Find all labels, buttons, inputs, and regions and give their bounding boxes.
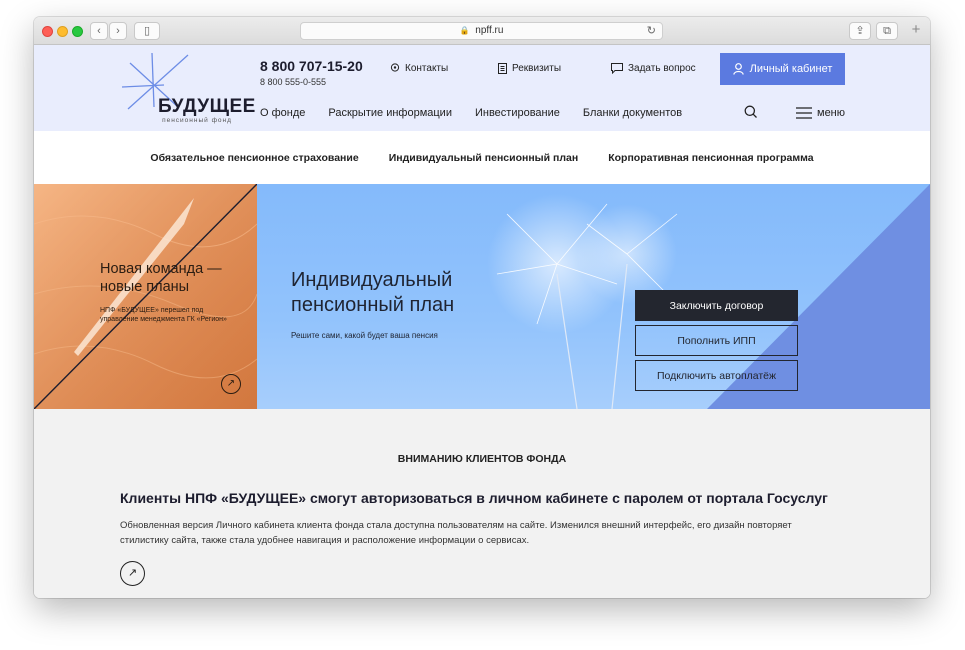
hero-subtitle: Решите сами, какой будет ваша пенсия — [291, 331, 438, 340]
personal-cabinet-button[interactable]: Личный кабинет — [720, 53, 845, 85]
user-icon — [732, 63, 744, 75]
arrow-up-right-icon[interactable]: ↗ — [221, 374, 241, 394]
ask-question-label: Задать вопрос — [628, 63, 696, 74]
phone-main[interactable]: 8 800 707-15-20 — [260, 58, 363, 74]
reload-icon[interactable]: ↻ — [647, 23, 656, 39]
product-nav: Обязательное пенсионное страхование Инди… — [34, 131, 930, 184]
contacts-label: Контакты — [405, 63, 449, 74]
browser-window: ‹ › ▯ 🔒 npff.ru ↻ ⇪ ⧉ + БУДУЩЕЕ пенсионн… — [34, 17, 930, 598]
new-tab-button[interactable]: + — [905, 21, 927, 41]
zoom-window-button[interactable] — [72, 26, 83, 37]
close-window-button[interactable] — [42, 26, 53, 37]
promo-text: НПФ «БУДУЩЕЕ» перешел под управление мен… — [100, 307, 227, 323]
menu-label: меню — [817, 107, 846, 119]
promo-card[interactable]: Новая команда — новые планы НПФ «БУДУЩЕЕ… — [34, 184, 257, 409]
back-button[interactable]: ‹ — [90, 22, 108, 40]
product-nav-corporate[interactable]: Корпоративная пенсионная программа — [608, 152, 813, 164]
news-text: Обновленная версия Личного кабинета клие… — [120, 520, 792, 546]
site-header: БУДУЩЕЕ пенсионный фонд 8 800 707-15-20 … — [34, 45, 930, 131]
logo-subtitle: пенсионный фонд — [162, 117, 232, 124]
lock-icon: 🔒 — [459, 26, 470, 35]
nav-item-forms[interactable]: Бланки документов — [583, 107, 682, 119]
requisites-label: Реквизиты — [512, 63, 562, 74]
hero-section: Новая команда — новые планы НПФ «БУДУЩЕЕ… — [34, 184, 930, 409]
show-tabs-button[interactable]: ⧉ — [876, 22, 898, 40]
phone-alt[interactable]: 8 800 555-0-555 — [260, 77, 326, 87]
sign-contract-button[interactable]: Заключить договор — [635, 290, 798, 321]
hero-title: Индивидуальный пенсионный план — [291, 269, 455, 316]
minimize-window-button[interactable] — [57, 26, 68, 37]
logo[interactable]: БУДУЩЕЕ пенсионный фонд — [118, 49, 255, 125]
hero-banner: Индивидуальный пенсионный план Решите са… — [257, 184, 930, 409]
news-section: ВНИМАНИЮ КЛИЕНТОВ ФОНДА Клиенты НПФ «БУД… — [34, 409, 930, 598]
search-icon[interactable] — [744, 105, 758, 119]
document-icon — [498, 63, 507, 74]
menu-button[interactable]: меню — [796, 107, 845, 119]
address-bar[interactable]: 🔒 npff.ru ↻ — [300, 22, 663, 40]
ask-question-link[interactable]: Задать вопрос — [611, 63, 696, 74]
browser-toolbar: ‹ › ▯ 🔒 npff.ru ↻ ⇪ ⧉ + — [34, 17, 930, 45]
location-pin-icon — [390, 63, 400, 72]
logo-name: БУДУЩЕЕ — [158, 96, 256, 117]
news-heading: ВНИМАНИЮ КЛИЕНТОВ ФОНДА — [397, 453, 567, 465]
news-title[interactable]: Клиенты НПФ «БУДУЩЕЕ» смогут авторизоват… — [120, 490, 828, 506]
autopay-button[interactable]: Подключить автоплатёж — [635, 360, 798, 391]
promo-boat-image — [34, 184, 257, 409]
contacts-link[interactable]: Контакты — [390, 63, 448, 74]
promo-title: Новая команда — новые планы — [100, 261, 222, 295]
personal-cabinet-label: Личный кабинет — [749, 63, 833, 75]
arrow-up-right-icon[interactable]: ↗ — [120, 561, 145, 586]
forward-button[interactable]: › — [109, 22, 127, 40]
product-nav-ops[interactable]: Обязательное пенсионное страхование — [150, 152, 358, 164]
nav-item-investing[interactable]: Инвестирование — [475, 107, 560, 119]
product-nav-ipp[interactable]: Индивидуальный пенсионный план — [389, 152, 579, 164]
sidebar-toggle-button[interactable]: ▯ — [134, 22, 160, 40]
top-up-ipp-button[interactable]: Пополнить ИПП — [635, 325, 798, 356]
nav-item-about[interactable]: О фонде — [260, 107, 305, 119]
chat-bubble-icon — [611, 63, 623, 74]
share-button[interactable]: ⇪ — [849, 22, 871, 40]
nav-item-disclosure[interactable]: Раскрытие информации — [328, 107, 452, 119]
hamburger-icon — [796, 107, 812, 119]
url-text: npff.ru — [475, 25, 504, 36]
main-nav: О фонде Раскрытие информации Инвестирова… — [260, 107, 682, 119]
requisites-link[interactable]: Реквизиты — [498, 63, 561, 74]
